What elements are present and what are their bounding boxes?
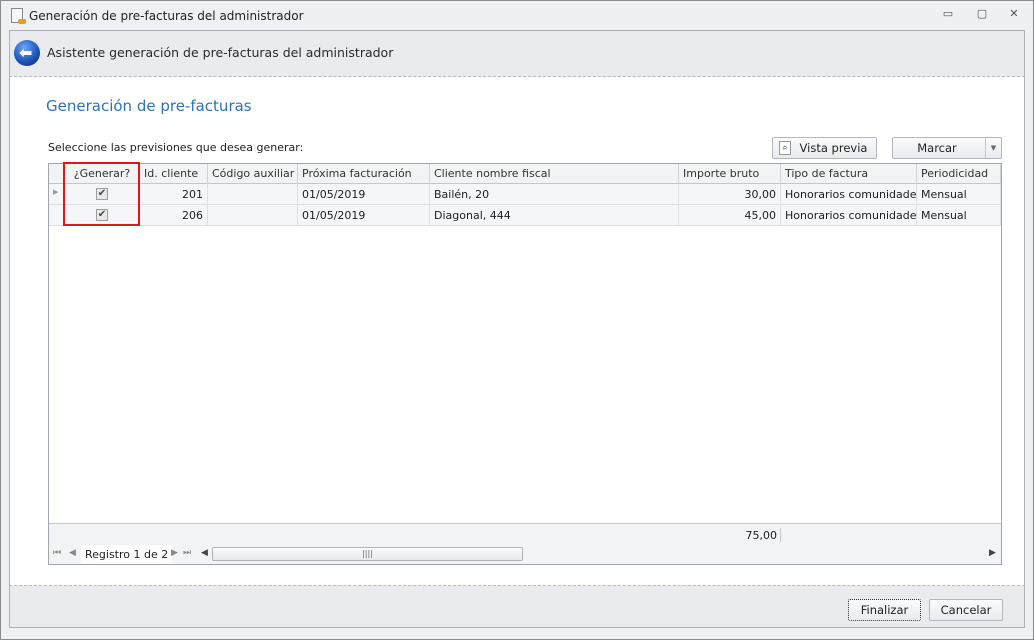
divider xyxy=(780,528,781,542)
last-record-icon[interactable]: ⏭ xyxy=(183,548,191,558)
codigo-cell xyxy=(208,205,298,226)
tipo-cell: Honorarios comunidades xyxy=(781,205,917,226)
horizontal-scrollbar-thumb[interactable]: |||| xyxy=(212,547,523,561)
minimize-button[interactable]: ▭ xyxy=(938,7,958,23)
col-codigo-auxiliar[interactable]: Código auxiliar xyxy=(208,164,298,184)
cliente-cell: Diagonal, 444 xyxy=(430,205,679,226)
preview-label: Vista previa xyxy=(799,141,868,155)
summary-footer: 75,00 xyxy=(49,523,1001,545)
first-record-icon[interactable]: ⏮ xyxy=(53,548,61,558)
col-proxima-facturacion[interactable]: Próxima facturación xyxy=(298,164,430,184)
record-counter: Registro 1 de 2 xyxy=(81,545,173,564)
prev-record-icon[interactable]: ◀ xyxy=(69,548,76,558)
periodicidad-cell: Mensual xyxy=(917,205,1001,226)
total-importe: 75,00 xyxy=(745,529,778,542)
mark-button[interactable]: Marcar ▼ xyxy=(892,137,1002,159)
importe-cell: 30,00 xyxy=(679,184,781,205)
finish-button[interactable]: Finalizar xyxy=(848,599,921,621)
data-grid: ¿Generar? Id. cliente Código auxiliar Pr… xyxy=(48,163,1002,565)
prompt-label: Seleccione las previsiones que desea gen… xyxy=(48,141,304,154)
scroll-right-icon[interactable]: ▶ xyxy=(989,548,996,558)
scroll-left-icon[interactable]: ◀ xyxy=(201,548,208,558)
col-id-cliente[interactable]: Id. cliente xyxy=(140,164,208,184)
col-tipo-factura[interactable]: Tipo de factura xyxy=(781,164,917,184)
proxima-cell: 01/05/2019 xyxy=(298,205,430,226)
col-periodicidad[interactable]: Periodicidad xyxy=(917,164,1001,184)
tipo-cell: Honorarios comunidades xyxy=(781,184,917,205)
window-title: Generación de pre-facturas del administr… xyxy=(29,9,304,23)
cliente-cell: Bailén, 20 xyxy=(430,184,679,205)
codigo-cell xyxy=(208,184,298,205)
record-navigator: ⏮ ◀ Registro 1 de 2 ▶ ⏭ ◀ |||| ▶ xyxy=(49,545,1001,564)
id-cell: 201 xyxy=(140,184,208,205)
next-record-icon[interactable]: ▶ xyxy=(171,548,178,558)
page-title: Generación de pre-facturas xyxy=(46,97,252,115)
highlight-box xyxy=(63,162,140,226)
wizard-title: Asistente generación de pre-facturas del… xyxy=(47,45,394,60)
cancel-button[interactable]: Cancelar xyxy=(929,599,1003,621)
proxima-cell: 01/05/2019 xyxy=(298,184,430,205)
id-cell: 206 xyxy=(140,205,208,226)
preview-button[interactable]: ⌕ Vista previa xyxy=(772,137,877,159)
col-importe-bruto[interactable]: Importe bruto xyxy=(679,164,781,184)
periodicidad-cell: Mensual xyxy=(917,184,1001,205)
restore-button[interactable]: ▢ xyxy=(972,7,992,23)
dropdown-arrow-icon[interactable]: ▼ xyxy=(985,138,1001,158)
importe-cell: 45,00 xyxy=(679,205,781,226)
back-button[interactable]: ⬅ xyxy=(14,40,40,66)
close-button[interactable]: ✕ xyxy=(1004,7,1024,23)
magnifier-icon: ⌕ xyxy=(779,141,791,155)
back-arrow-icon: ⬅ xyxy=(19,43,33,62)
document-icon xyxy=(11,8,26,24)
mark-label: Marcar xyxy=(917,141,957,155)
col-cliente-nombre[interactable]: Cliente nombre fiscal xyxy=(430,164,679,184)
